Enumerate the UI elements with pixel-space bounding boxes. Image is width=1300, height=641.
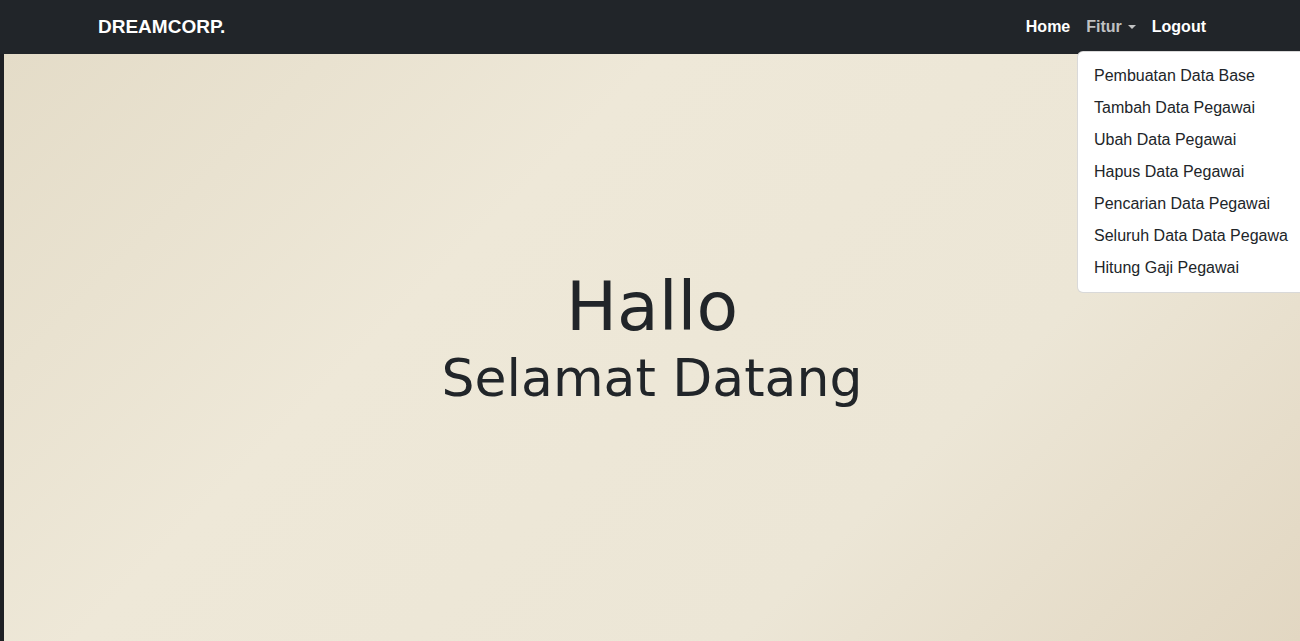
dropdown-item[interactable]: Seluruh Data Data Pegawa	[1078, 220, 1300, 252]
brand-logo[interactable]: DREAMCORP.	[98, 16, 225, 38]
dropdown-menu: Pembuatan Data BaseTambah Data PegawaiUb…	[1077, 51, 1300, 293]
page: DREAMCORP. Home Fitur Logout Pembuatan Data …	[0, 0, 1300, 641]
nav-link[interactable]: Logout	[1152, 18, 1206, 36]
dropdown-item[interactable]: Pembuatan Data Base	[1078, 60, 1300, 92]
dropdown-item[interactable]: Hapus Data Pegawai	[1078, 156, 1300, 188]
dropdown-item[interactable]: Hitung Gaji Pegawai	[1078, 252, 1300, 284]
dropdown-item[interactable]: Tambah Data Pegawai	[1078, 92, 1300, 124]
hero-title: Hallo	[566, 266, 738, 348]
hero-subtitle: Selamat Datang	[442, 347, 863, 409]
dropdown-item[interactable]: Ubah Data Pegawai	[1078, 124, 1300, 156]
nav-link[interactable]: Fitur	[1086, 18, 1136, 36]
navbar: DREAMCORP. Home Fitur Logout	[0, 0, 1300, 54]
caret-down-icon	[1128, 25, 1136, 29]
dropdown-item[interactable]: Pencarian Data Pegawai	[1078, 188, 1300, 220]
nav-link[interactable]: Home	[1026, 18, 1070, 36]
nav-links: Home Fitur Logout	[1026, 18, 1206, 36]
